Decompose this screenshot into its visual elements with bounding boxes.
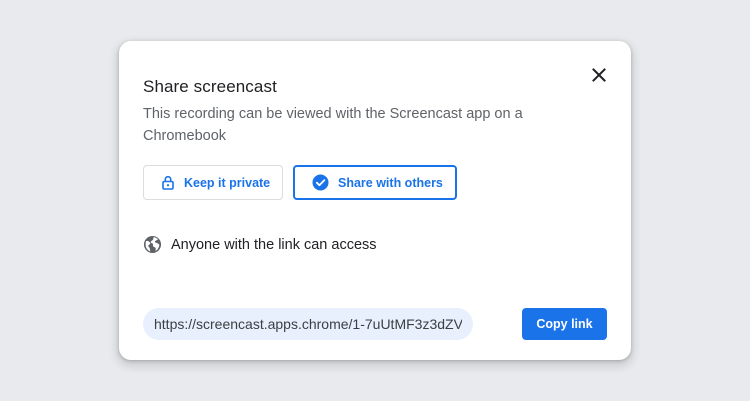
lock-icon xyxy=(161,175,175,190)
access-text: Anyone with the link can access xyxy=(171,236,377,253)
close-button[interactable] xyxy=(587,63,611,87)
keep-private-label: Keep it private xyxy=(184,175,271,190)
share-with-others-option[interactable]: Share with others xyxy=(293,165,457,200)
copy-link-button[interactable]: Copy link xyxy=(522,308,607,340)
dialog-description: This recording can be viewed with the Sc… xyxy=(143,106,523,144)
globe-icon xyxy=(143,235,162,254)
dialog-title: Share screencast xyxy=(143,77,277,96)
share-dialog: Share screencast This recording can be v… xyxy=(119,41,631,360)
keep-private-option[interactable]: Keep it private xyxy=(143,165,283,200)
access-info: Anyone with the link can access xyxy=(143,235,377,254)
share-link-input[interactable] xyxy=(143,308,473,340)
share-with-others-label: Share with others xyxy=(338,175,443,190)
close-icon xyxy=(592,68,606,82)
check-circle-icon xyxy=(312,174,329,191)
